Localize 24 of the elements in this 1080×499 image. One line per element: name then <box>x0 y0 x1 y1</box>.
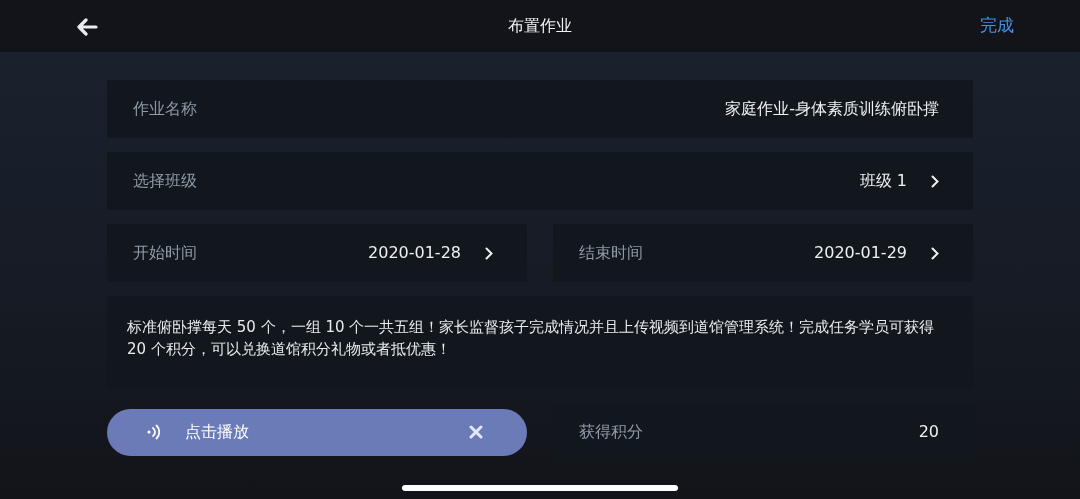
homework-name-field[interactable]: 作业名称 家庭作业-身体素质训练俯卧撑 <box>107 80 973 138</box>
field-label: 开始时间 <box>133 242 197 264</box>
chevron-right-icon <box>485 246 493 260</box>
field-value: 家庭作业-身体素质训练俯卧撑 <box>725 98 939 120</box>
date-value: 2020-01-28 <box>368 242 461 264</box>
field-label: 结束时间 <box>579 242 643 264</box>
points-value: 20 <box>918 421 939 443</box>
field-value: 班级 1 <box>859 170 907 192</box>
field-label: 作业名称 <box>133 98 197 120</box>
chevron-right-icon <box>931 174 939 188</box>
play-audio-button[interactable]: 点击播放 <box>107 408 527 456</box>
class-select-row[interactable]: 选择班级 班级 1 <box>107 152 973 210</box>
sound-icon <box>147 424 161 440</box>
date-value: 2020-01-29 <box>814 242 907 264</box>
close-icon[interactable] <box>469 425 483 439</box>
end-time-row[interactable]: 结束时间 2020-01-29 <box>553 224 973 282</box>
field-label: 获得积分 <box>579 421 643 443</box>
description-text: 标准俯卧撑每天 50 个，一组 10 个一共五组！家长监督孩子完成情况并且上传视频到道馆管理系统！完成任务学员可获得 20 个积分，可以兑换道馆积分礼物或者抵优惠！ <box>127 318 935 358</box>
field-label: 选择班级 <box>133 170 197 192</box>
chevron-right-icon <box>931 246 939 260</box>
done-link[interactable]: 完成 <box>980 13 1014 39</box>
page-title: 布置作业 <box>508 15 572 37</box>
start-time-row[interactable]: 开始时间 2020-01-28 <box>107 224 527 282</box>
back-arrow-icon <box>76 17 98 36</box>
